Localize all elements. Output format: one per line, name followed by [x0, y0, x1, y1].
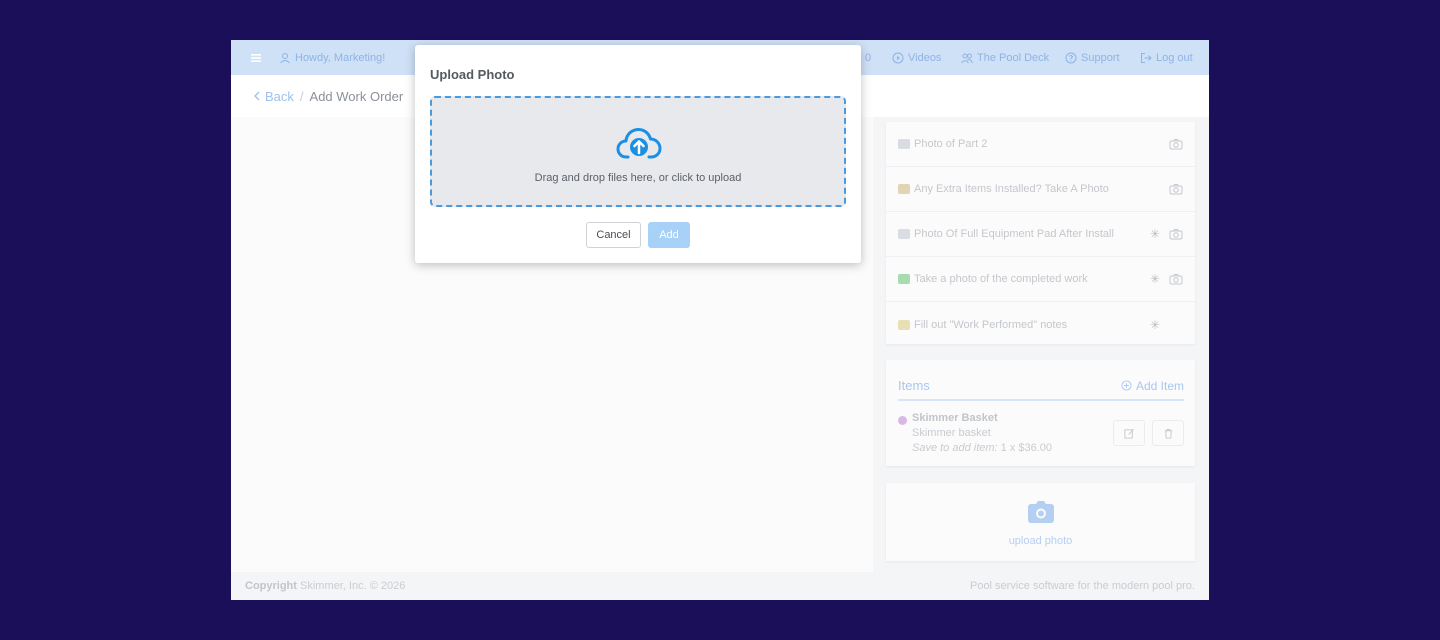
plus-circle-icon [1121, 380, 1132, 391]
file-dropzone[interactable]: Drag and drop files here, or click to up… [430, 96, 846, 207]
cloud-upload-icon [616, 128, 662, 159]
users-icon [961, 53, 973, 63]
user-greeting[interactable]: Howdy, Marketing! [279, 40, 385, 75]
menu-button[interactable] [250, 40, 262, 75]
camera-icon[interactable] [1169, 183, 1183, 195]
checklist-item[interactable]: Photo Of Full Equipment Pad After Instal… [886, 212, 1195, 257]
checklist-item-label: Photo of Part 2 [914, 138, 988, 150]
nav-item-partial-label: 0 [865, 51, 872, 64]
camera-icon[interactable] [1169, 228, 1183, 240]
nav-logout-label: Log out [1156, 51, 1193, 64]
nav-support[interactable]: Support [1065, 40, 1120, 75]
items-title: Items [898, 378, 930, 393]
nav-videos[interactable]: Videos [892, 40, 941, 75]
item-price-line: Save to add item: 1 x $36.00 [912, 442, 1052, 454]
dropzone-hint: Drag and drop files here, or click to up… [534, 172, 742, 184]
nav-logout[interactable]: Log out [1140, 40, 1193, 75]
add-item-label: Add Item [1135, 378, 1184, 393]
check-emoji-icon [898, 274, 910, 284]
footer-tagline: Pool service software for the modern poo… [969, 580, 1195, 592]
hamburger-icon [251, 53, 261, 62]
cancel-button[interactable]: Cancel [586, 222, 641, 248]
checklist-item-label: Any Extra Items Installed? Take A Photo [914, 183, 1109, 195]
add-button[interactable]: Add [648, 222, 690, 248]
nav-videos-label: Videos [908, 51, 942, 64]
money-emoji-icon [898, 184, 910, 194]
items-card: Items Add Item Skimmer Basket Skimmer ba… [886, 360, 1195, 466]
modal-title: Upload Photo [430, 67, 515, 82]
checklist-item-label: Take a photo of the completed work [914, 273, 1088, 285]
upload-photo-card[interactable]: upload photo [886, 483, 1195, 561]
copyright-bold: Copyright [245, 580, 297, 592]
back-link[interactable]: Back [253, 89, 294, 104]
required-marker: ✳ [1149, 272, 1161, 286]
nav-pool-deck-label: The Pool Deck [977, 51, 1050, 64]
item-name: Skimmer Basket [912, 412, 998, 424]
upload-photo-modal: Upload Photo Drag and drop files here, o… [415, 45, 861, 263]
item-price: 1 x $36.00 [1000, 442, 1053, 454]
delete-item-button[interactable] [1152, 420, 1184, 446]
edit-item-button[interactable] [1113, 420, 1145, 446]
question-circle-icon [1065, 52, 1077, 63]
checklist-item[interactable]: Photo of Part 2 [886, 122, 1195, 167]
checklist-item[interactable]: Any Extra Items Installed? Take A Photo [886, 167, 1195, 212]
checklist-item-label: Fill out "Work Performed" notes [914, 318, 1068, 331]
breadcrumb: Back / Add Work Order [253, 75, 403, 117]
logout-icon [1141, 52, 1152, 63]
item-description: Skimmer basket [912, 427, 991, 439]
trash-icon [1164, 428, 1172, 439]
camera-emoji-icon [898, 139, 910, 149]
nav-pool-deck[interactable]: The Pool Deck [961, 40, 1049, 75]
memo-emoji-icon [898, 319, 910, 330]
user-icon [280, 52, 290, 63]
back-link-label: Back [265, 88, 294, 104]
nav-item-partial[interactable]: 0 [865, 40, 871, 75]
item-status-dot [898, 416, 907, 425]
camera-emoji-icon [898, 229, 910, 239]
nav-support-label: Support [1081, 51, 1120, 64]
footer: Copyright Skimmer, Inc. © 2026 Pool serv… [231, 572, 1209, 600]
checklist-item[interactable]: Take a photo of the completed work ✳ [886, 257, 1195, 302]
copyright: Copyright Skimmer, Inc. © 2026 [245, 580, 405, 592]
breadcrumb-separator: / [299, 88, 304, 104]
photo-checklist: Photo of Part 2 Any Extra Items Installe… [886, 122, 1195, 344]
camera-icon [1028, 501, 1054, 523]
checklist-item-label: Photo Of Full Equipment Pad After Instal… [914, 228, 1114, 240]
item-price-prefix: Save to add item: [912, 442, 998, 454]
required-marker: ✳ [1149, 317, 1161, 332]
copyright-text: Skimmer, Inc. © 2026 [300, 580, 406, 592]
add-item-button[interactable]: Add Item [1121, 379, 1184, 393]
items-header: Items Add Item [898, 372, 1184, 401]
camera-icon[interactable] [1169, 138, 1183, 150]
chevron-left-icon [254, 91, 260, 101]
user-greeting-label: Howdy, Marketing! [295, 51, 386, 64]
required-marker: ✳ [1149, 227, 1161, 241]
checklist-item[interactable]: Fill out "Work Performed" notes ✳ [886, 302, 1195, 347]
play-circle-icon [892, 52, 904, 63]
page-title: Add Work Order [309, 88, 404, 104]
camera-icon[interactable] [1169, 273, 1183, 285]
upload-photo-label: upload photo [1008, 535, 1073, 547]
edit-icon [1123, 428, 1134, 439]
